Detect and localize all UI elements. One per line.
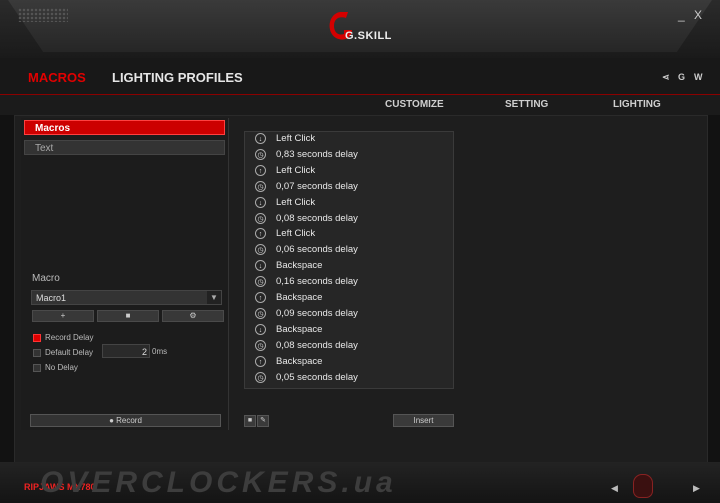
clock-icon: ◷	[255, 180, 266, 192]
macro-event-label: 0,16 seconds delay	[276, 276, 358, 288]
brand-label: G.SKILL	[345, 30, 392, 42]
insert-button[interactable]: Insert	[393, 414, 454, 427]
macro-event-label: Backspace	[276, 292, 323, 303]
tab-setting[interactable]: SETTING	[505, 99, 548, 110]
macro-event-label: Left Click	[276, 164, 316, 176]
speaker-grille-decoration	[18, 8, 68, 22]
mouse-down-icon: ↓	[255, 196, 266, 208]
record-delay-option[interactable]: Record Delay	[33, 333, 93, 342]
default-delay-checkbox[interactable]	[33, 348, 41, 357]
macro-label: Macro	[32, 273, 60, 284]
macro-event-label: Left Click	[276, 133, 316, 144]
menu-macros[interactable]: Macros	[24, 120, 225, 135]
macro-event-label: 0,07 seconds delay	[276, 180, 358, 192]
no-delay-label: No Delay	[45, 363, 78, 372]
key-down-icon: ↓	[255, 323, 266, 335]
tab-lighting-profiles[interactable]: LIGHTING PROFILES	[112, 70, 243, 85]
macro-event-label: Left Click	[276, 228, 316, 240]
no-delay-checkbox[interactable]	[33, 363, 41, 372]
clock-icon: ◷	[255, 307, 266, 319]
macro-event-label: Backspace	[276, 355, 323, 367]
macro-event-label: 0,08 seconds delay	[276, 212, 358, 224]
mouse-down-icon: ↓	[255, 133, 266, 144]
record-button[interactable]: ● Record	[30, 414, 221, 427]
record-button-label: Record	[116, 416, 142, 425]
close-button[interactable]: X	[694, 8, 702, 22]
tab-lighting[interactable]: LIGHTING	[613, 99, 661, 110]
nav-w-button[interactable]: W	[694, 72, 703, 82]
default-delay-option[interactable]: Default Delay	[33, 348, 93, 357]
chevron-down-icon[interactable]: ▼	[207, 291, 221, 304]
macro-select-value: Macro1	[36, 293, 67, 303]
trash-icon[interactable]: ■	[244, 415, 256, 427]
delete-macro-button[interactable]: ■	[97, 310, 159, 322]
macro-event-label: 0,83 seconds delay	[276, 148, 358, 160]
title-bar: G.SKILL _ X	[0, 0, 720, 58]
mouse-up-icon: ↑	[255, 228, 266, 240]
tab-macros[interactable]: MACROS	[28, 70, 86, 85]
macro-event-label: 0,06 seconds delay	[276, 244, 358, 256]
clock-icon: ◷	[255, 148, 266, 160]
record-delay-checkbox[interactable]	[33, 333, 41, 342]
macro-select[interactable]: Macro1 ▼	[31, 290, 222, 305]
edit-icon[interactable]: ✎	[257, 415, 269, 427]
watermark: OVERCLOCKERS.ua	[40, 466, 397, 499]
clock-icon: ◷	[255, 212, 266, 224]
macro-event-label: Backspace	[276, 323, 323, 335]
macro-event-list[interactable]: ↓ Left Click ◷ 0,83 seconds delay ↑ Left Clic…	[244, 131, 454, 389]
gskill-logo-icon	[329, 12, 352, 40]
default-delay-label: Default Delay	[45, 348, 94, 357]
menu-text[interactable]: Text	[24, 140, 225, 155]
no-delay-option[interactable]: No Delay	[33, 363, 78, 372]
mouse-up-icon: ↑	[255, 164, 266, 176]
macro-event-label: Left Click	[276, 196, 316, 208]
add-macro-button[interactable]: +	[32, 310, 94, 322]
clock-icon: ◷	[255, 244, 266, 256]
main-nav: MACROS LIGHTING PROFILES ⋖ G W	[0, 58, 720, 95]
macro-settings-button[interactable]: ⚙	[162, 310, 224, 322]
key-down-icon: ↓	[255, 260, 266, 272]
minimize-button[interactable]: _	[678, 8, 685, 22]
share-icon[interactable]: ⋖	[662, 72, 670, 83]
delay-unit-label: 0ms	[152, 347, 168, 356]
macro-event-label: 0,09 seconds delay	[276, 307, 358, 319]
clock-icon: ◷	[255, 371, 266, 383]
nav-g-button[interactable]: G	[678, 72, 685, 82]
clock-icon: ◷	[255, 276, 266, 288]
default-delay-input[interactable]: 2	[102, 344, 150, 358]
record-delay-label: Record Delay	[45, 333, 94, 342]
sub-nav: CUSTOMIZE SETTING LIGHTING	[0, 95, 720, 115]
key-up-icon: ↑	[255, 355, 266, 367]
mouse-device-icon[interactable]	[633, 474, 653, 498]
macro-event-label: 0,08 seconds delay	[276, 339, 358, 351]
prev-device-icon[interactable]: ◀	[611, 483, 618, 494]
macro-event-label: 0,05 seconds delay	[276, 371, 358, 383]
next-device-icon[interactable]: ▶	[693, 483, 700, 494]
tab-customize[interactable]: CUSTOMIZE	[385, 99, 444, 110]
key-up-icon: ↑	[255, 292, 266, 303]
clock-icon: ◷	[255, 339, 266, 351]
macro-event-label: Backspace	[276, 260, 323, 272]
